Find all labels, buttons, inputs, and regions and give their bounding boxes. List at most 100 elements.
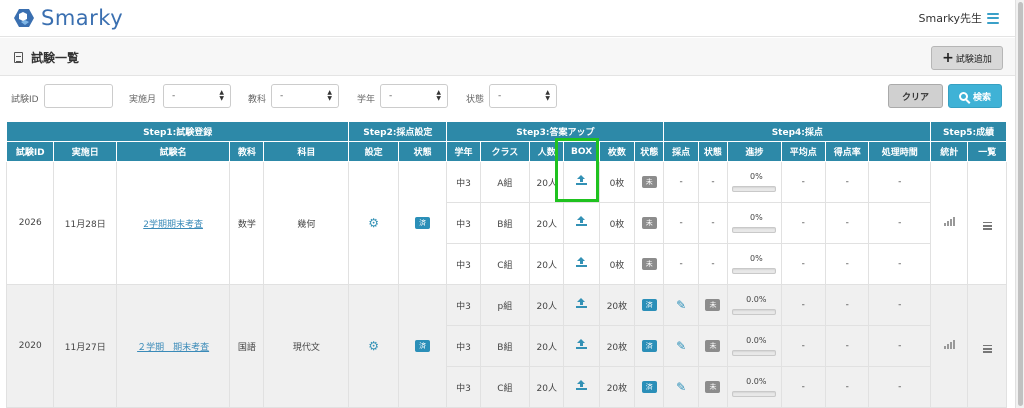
logo-icon — [14, 9, 34, 27]
col-header: 処理時間 — [868, 141, 932, 162]
progress-text: 0.0% — [746, 377, 767, 386]
class: C組 — [479, 243, 531, 285]
col-header[interactable]: 試験名 — [116, 141, 231, 162]
exam-name-link[interactable]: 2学期期末考査 — [143, 220, 203, 230]
gear-icon[interactable]: ⚙ — [368, 340, 379, 352]
pencil-icon[interactable]: ✎ — [676, 340, 686, 352]
exam-subject: 国語 — [229, 284, 265, 408]
clear-button[interactable]: クリア — [888, 84, 943, 108]
hamburger-menu-icon[interactable] — [987, 12, 999, 24]
average-score: - — [780, 366, 827, 408]
upload-status-cell: 未 — [634, 202, 665, 244]
subject-label: 教科 — [248, 95, 267, 105]
col-header: 進捗 — [727, 141, 782, 162]
progress-text: 0.0% — [746, 295, 767, 304]
list-icon[interactable] — [982, 344, 992, 353]
setting-status-cell: 済 — [397, 161, 448, 285]
pencil-icon[interactable]: ✎ — [676, 299, 686, 311]
group-step2: Step2:採点設定 — [348, 121, 448, 142]
grade-label: 学年 — [357, 95, 376, 105]
grade: 中3 — [446, 161, 481, 203]
user-menu[interactable]: Smarky先生 — [919, 10, 999, 26]
exam-date: 11月27日 — [53, 284, 118, 408]
col-header: 状態 — [697, 141, 729, 162]
group-step5: Step5:成績 — [930, 121, 1007, 142]
score-rate: - — [825, 161, 870, 203]
sheet-count: 20枚 — [598, 284, 636, 326]
scrollbar-thumb[interactable] — [1018, 2, 1023, 406]
col-header: 設定 — [348, 141, 399, 162]
upload-icon[interactable] — [576, 257, 588, 268]
sheet-count: 20枚 — [598, 366, 636, 408]
group-step3: Step3:答案アップ — [446, 121, 665, 142]
upload-icon[interactable] — [576, 216, 588, 227]
exam-table: Step1:試験登録 Step2:採点設定 Step3:答案アップ Step4:… — [5, 121, 1007, 408]
progress-cell: 0.0% — [727, 284, 782, 326]
exam-name-link[interactable]: ２学期 期末考査 — [137, 343, 209, 353]
month-label: 実施月 — [129, 95, 157, 105]
gear-icon[interactable]: ⚙ — [368, 217, 379, 229]
upload-icon[interactable] — [576, 339, 588, 350]
processing-time: - — [868, 161, 932, 203]
upload-status-cell: 未 — [634, 243, 665, 285]
exam-id-input[interactable] — [44, 84, 113, 108]
grade: 中3 — [446, 284, 481, 326]
vertical-scrollbar[interactable] — [1015, 0, 1024, 408]
upload-status-cell: 未 — [634, 161, 665, 203]
box-cell — [563, 284, 600, 326]
progress-bar — [732, 227, 777, 233]
group-step1: Step1:試験登録 — [5, 121, 350, 142]
processing-time: - — [868, 325, 932, 367]
search-button[interactable]: 検索 — [948, 84, 1002, 108]
student-count: 20人 — [529, 325, 565, 367]
status-badge: 済 — [641, 381, 657, 393]
col-header: BOX — [563, 141, 600, 162]
score-rate: - — [825, 366, 870, 408]
exam-id: 2020 — [5, 284, 55, 408]
col-header[interactable]: 試験ID — [5, 141, 55, 162]
grade: 中3 — [446, 243, 481, 285]
col-header: 学年 — [446, 141, 481, 162]
upload-icon[interactable] — [576, 175, 588, 186]
col-header: クラス — [479, 141, 531, 162]
pencil-icon[interactable]: ✎ — [676, 381, 686, 393]
score-status: - — [697, 243, 729, 285]
col-header[interactable]: 実施日 — [53, 141, 118, 162]
col-header: 統計 — [930, 141, 969, 162]
upload-icon[interactable] — [576, 380, 588, 391]
score-status: - — [697, 202, 729, 244]
student-count: 20人 — [529, 243, 565, 285]
upload-icon[interactable] — [576, 298, 588, 309]
progress-cell: 0% — [727, 202, 782, 244]
setting-status-cell: 済 — [397, 284, 448, 408]
subject-select[interactable]: - ▲ ▼ — [271, 84, 339, 108]
class: B組 — [479, 202, 531, 244]
signal-icon[interactable] — [943, 217, 955, 226]
sheet-count: 20枚 — [598, 325, 636, 367]
progress-text: 0% — [749, 172, 763, 181]
student-count: 20人 — [529, 161, 565, 203]
month-select[interactable]: - ▲ ▼ — [163, 84, 231, 108]
grade: 中3 — [446, 366, 481, 408]
grade-select[interactable]: - ▲ ▼ — [380, 84, 448, 108]
box-cell — [563, 243, 600, 285]
status-badge: 未 — [641, 258, 657, 270]
class: B組 — [479, 325, 531, 367]
class: A組 — [479, 161, 531, 203]
grade: 中3 — [446, 325, 481, 367]
box-cell — [563, 366, 600, 408]
exam-course: 幾何 — [263, 161, 350, 285]
col-header[interactable]: 科目 — [263, 141, 350, 162]
add-exam-button[interactable]: + 試験追加 — [931, 46, 1003, 70]
signal-icon[interactable] — [943, 340, 955, 349]
list-icon[interactable] — [982, 221, 992, 230]
sheet-count: 0枚 — [598, 243, 636, 285]
status-select[interactable]: - ▲ ▼ — [489, 84, 557, 108]
app-logo[interactable]: Smarky — [10, 6, 123, 30]
stats-cell — [930, 161, 969, 285]
col-header[interactable]: 教科 — [229, 141, 265, 162]
document-icon — [14, 52, 23, 63]
student-count: 20人 — [529, 366, 565, 408]
settings-cell: ⚙ — [348, 161, 399, 285]
score-status: - — [697, 161, 729, 203]
